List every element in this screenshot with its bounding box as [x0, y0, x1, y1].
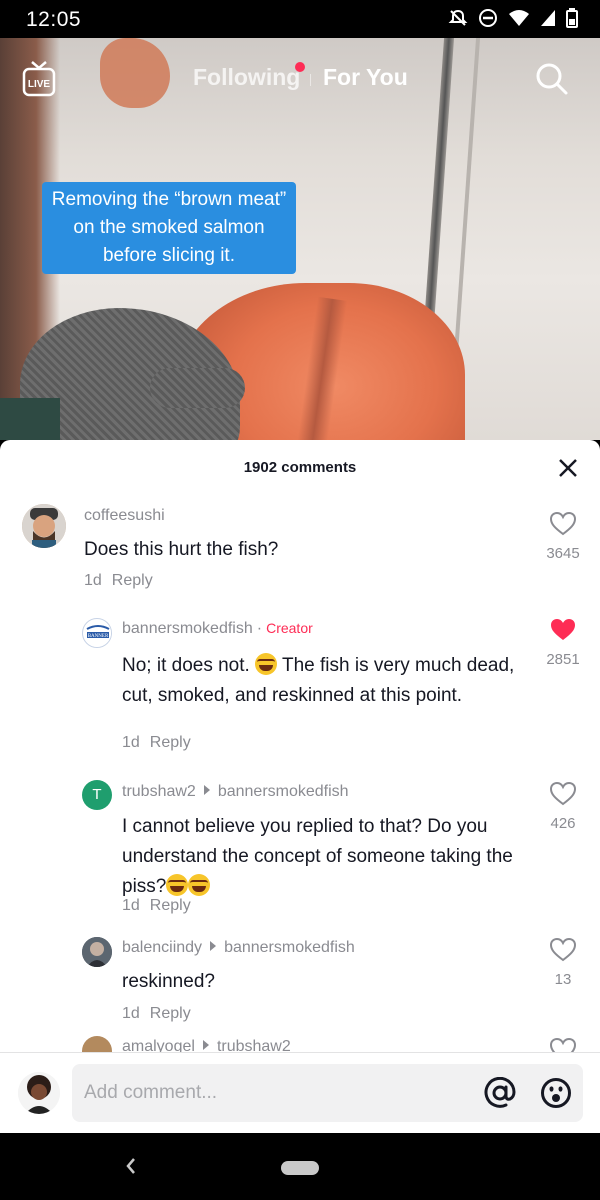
creator-badge: Creator: [266, 620, 313, 636]
mention-icon[interactable]: [484, 1076, 516, 1114]
reply-arrow-icon: [202, 1040, 209, 1050]
comment-text-part: No; it does not.: [122, 655, 256, 676]
wifi-icon: [508, 9, 530, 27]
comment-username[interactable]: trubshaw2 bannersmokedfish: [122, 783, 349, 801]
reply-to-username[interactable]: bannersmokedfish: [224, 939, 355, 956]
reply-to-username[interactable]: trubshaw2: [217, 1038, 291, 1052]
live-label: LIVE: [28, 79, 51, 90]
comments-sheet: 1902 comments coffeesushi Does this hurt…: [0, 440, 600, 1133]
like-button[interactable]: [543, 1037, 583, 1052]
comment-input[interactable]: [84, 1076, 464, 1110]
reply-button[interactable]: Reply: [150, 734, 191, 751]
like-count: 3645: [546, 545, 580, 562]
do-not-disturb-icon: [478, 8, 498, 28]
avatar-logo-text: BANNER: [88, 634, 109, 639]
home-button[interactable]: [281, 1161, 319, 1175]
like-count: 2851: [546, 651, 580, 668]
reply-button[interactable]: Reply: [150, 897, 191, 914]
tab-separator: [310, 74, 311, 86]
comment-age: 1d: [84, 572, 102, 589]
username-text[interactable]: bannersmokedfish: [122, 620, 253, 637]
battery-icon: [566, 8, 578, 28]
tab-for-you[interactable]: For You: [323, 64, 408, 91]
status-time: 12:05: [26, 8, 82, 31]
reply-arrow-icon: [210, 941, 217, 951]
comment-text: No; it does not. The fish is very much d…: [122, 651, 522, 711]
laughing-emoji-icon: [166, 874, 189, 896]
emoji-picker-icon[interactable]: [540, 1077, 572, 1114]
reply-button[interactable]: Reply: [112, 572, 153, 589]
search-icon[interactable]: [535, 62, 569, 101]
bell-off-icon: [448, 8, 468, 28]
top-nav: LIVE Following For You: [0, 60, 600, 100]
signal-icon: [540, 9, 556, 27]
reply-button[interactable]: Reply: [150, 1005, 191, 1022]
notification-dot: [295, 62, 305, 72]
tab-following[interactable]: Following: [193, 64, 300, 91]
my-avatar[interactable]: [18, 1072, 60, 1114]
comment-input-box[interactable]: [72, 1064, 583, 1122]
status-bar: 12:05: [0, 0, 600, 38]
laughing-emoji-icon: [188, 874, 211, 896]
avatar[interactable]: [82, 1036, 112, 1052]
comment-text: I cannot believe you replied to that? Do…: [122, 812, 542, 902]
comment-username[interactable]: coffeesushi: [84, 507, 165, 525]
like-count: 13: [554, 971, 572, 988]
comment-meta: 1d Reply: [122, 1005, 191, 1023]
live-icon[interactable]: LIVE: [22, 60, 56, 103]
avatar[interactable]: BANNER: [82, 618, 112, 648]
comment-meta: 1d Reply: [122, 734, 191, 752]
like-count: 426: [550, 815, 576, 832]
comments-list[interactable]: coffeesushi Does this hurt the fish? 1d R…: [0, 496, 600, 1052]
username-text[interactable]: trubshaw2: [122, 783, 196, 800]
comment-text: reskinned?: [122, 971, 215, 992]
back-icon[interactable]: [120, 1153, 142, 1184]
avatar[interactable]: [22, 504, 66, 548]
comment-meta: 1d Reply: [122, 897, 191, 915]
like-button[interactable]: 3645: [543, 511, 583, 562]
avatar[interactable]: [82, 937, 112, 967]
system-nav-bar: [0, 1133, 600, 1200]
comment-username[interactable]: bannersmokedfish · Creator: [122, 620, 313, 638]
username-text[interactable]: balenciindy: [122, 939, 202, 956]
heart-outline-icon: [549, 511, 577, 536]
video-caption: Removing the “brown meat” on the smoked …: [42, 182, 296, 274]
separator: ·: [256, 620, 263, 637]
like-button[interactable]: 13: [543, 937, 583, 988]
username-text[interactable]: coffeesushi: [84, 507, 165, 524]
reply-arrow-icon: [203, 785, 210, 795]
comment-meta: 1d Reply: [84, 572, 153, 590]
glove-image: [150, 368, 245, 408]
sleeve-image: [0, 398, 60, 440]
heart-outline-icon: [549, 937, 577, 962]
like-button[interactable]: 2851: [543, 618, 583, 668]
username-text[interactable]: amalyogel: [122, 1038, 195, 1052]
status-icons: [448, 8, 578, 28]
avatar-letter: T: [92, 786, 102, 803]
close-icon[interactable]: [556, 456, 580, 480]
heart-outline-icon: [549, 1037, 577, 1052]
like-button[interactable]: 426: [543, 781, 583, 832]
comment-age: 1d: [122, 1005, 140, 1022]
comment-text: Does this hurt the fish?: [84, 539, 279, 560]
comment-composer: [0, 1053, 600, 1133]
comment-username[interactable]: amalyogel trubshaw2: [122, 1038, 291, 1052]
comments-header: 1902 comments: [0, 440, 600, 496]
comments-count: 1902 comments: [243, 459, 357, 476]
comment-age: 1d: [122, 897, 140, 914]
avatar[interactable]: T: [82, 780, 112, 810]
comment-age: 1d: [122, 734, 140, 751]
reply-to-username[interactable]: bannersmokedfish: [218, 783, 349, 800]
comment-username[interactable]: balenciindy bannersmokedfish: [122, 939, 355, 957]
laughing-emoji-icon: [255, 653, 278, 675]
heart-filled-icon: [551, 619, 575, 640]
heart-outline-icon: [549, 781, 577, 806]
